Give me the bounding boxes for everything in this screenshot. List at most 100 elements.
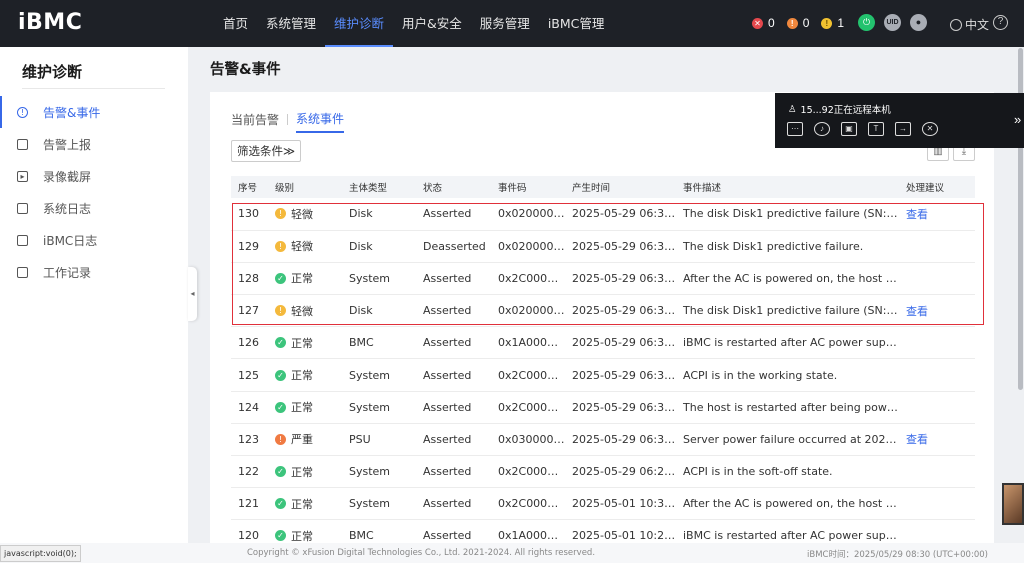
cell-desc: The disk Disk1 predictive failure (SN:BT… <box>676 198 899 231</box>
cell-subject: BMC <box>342 519 416 543</box>
alarm-summary[interactable]: ✕ 0 ! 0 ! 1 <box>752 16 851 30</box>
cell-code: 0x2C000085 <box>491 487 565 521</box>
severity: ✓ 正常 <box>275 367 313 383</box>
action-cell <box>899 487 975 521</box>
top-navbar: iBMC 首页 系统管理 维护诊断 用户&安全 服务管理 iBMC管理 ✕ 0 … <box>0 0 1024 47</box>
severity: ✓ 正常 <box>275 335 313 351</box>
close-circle-icon[interactable]: ✕ <box>922 122 938 136</box>
cell-state: Asserted <box>416 326 491 360</box>
view-link[interactable]: 查看 <box>906 433 928 446</box>
sidebar-item-label: 告警&事件 <box>43 105 101 120</box>
major-alarm-icon: ! <box>786 17 798 29</box>
table-row: 126 ✓ 正常 BMC Asserted 0x1A00000D 2025-05-29 06… <box>231 326 975 360</box>
chevron-down-icon: ≫ <box>283 144 296 158</box>
ibmc-time: iBMC时间：2025/05/29 08:30 (UTC+00:00) <box>807 550 988 560</box>
copyright-text: Copyright © xFusion Digital Technologies… <box>247 548 596 558</box>
cell-subject: System <box>342 358 416 392</box>
work-record-icon <box>17 266 28 278</box>
sidebar-item-system-log[interactable]: 系统日志 <box>0 192 188 224</box>
severity-label: 轻微 <box>291 207 313 221</box>
severity: ✓ 正常 <box>275 464 313 480</box>
user-icon[interactable]: ● <box>910 14 927 31</box>
nav-service-management[interactable]: 服务管理 <box>471 0 539 47</box>
severity-normal-icon: ✓ <box>275 272 286 284</box>
cell-desc: iBMC is restarted after AC power supply … <box>676 519 899 543</box>
severity-label: 正常 <box>291 497 313 511</box>
help-icon[interactable]: ? <box>993 15 1008 30</box>
sidebar-item-ibmc-log[interactable]: iBMC日志 <box>0 224 188 256</box>
cell-code: 0x1A00000D <box>491 519 565 543</box>
minor-alarm-count: 1 <box>837 16 845 30</box>
sidebar-item-recording[interactable]: ▸ 录像截屏 <box>0 160 188 192</box>
severity: ! 轻微 <box>275 303 313 319</box>
action-cell <box>899 262 975 296</box>
expand-panel-icon[interactable]: » <box>1014 112 1021 127</box>
power-icon[interactable]: ⏻ <box>858 14 875 31</box>
sidebar-collapse-handle[interactable]: ◂ <box>188 267 197 321</box>
ibmc-logo[interactable]: iBMC <box>18 10 82 35</box>
nav-home[interactable]: 首页 <box>214 0 257 47</box>
table-row: 124 ✓ 正常 System Asserted 0x2C000017 2025-05-29… <box>231 391 975 424</box>
sidebar-item-label: 工作记录 <box>43 265 92 280</box>
chat-icon[interactable]: ⋯ <box>787 122 803 136</box>
text-icon[interactable]: T <box>868 122 884 136</box>
remote-actions: ⋯ ♪ ▣ T → ✕ <box>787 122 938 136</box>
action-cell <box>899 326 975 360</box>
cell-state: Deasserted <box>416 230 491 263</box>
severity-label: 轻微 <box>291 304 313 318</box>
table-row: 130! 轻微 Disk Asserted 0x02000009 2025-05-29 0… <box>231 198 975 231</box>
nav-maintenance-diagnosis[interactable]: 维护诊断 <box>325 0 394 47</box>
exit-share-icon[interactable]: → <box>895 122 911 136</box>
table-row: 120 ✓ 正常 BMC Asserted 0x1A00000D 2025-05-01 10… <box>231 519 975 543</box>
sidebar-item-alarm-report[interactable]: 告警上报 <box>0 128 188 160</box>
video-thumbnail[interactable] <box>1002 483 1024 525</box>
severity-minor-icon: ! <box>275 305 286 317</box>
nav-user-security[interactable]: 用户&安全 <box>393 0 471 47</box>
nav-ibmc-management[interactable]: iBMC管理 <box>539 0 614 47</box>
severity-cell: ✓ 正常 <box>268 455 342 489</box>
severity-label: 正常 <box>291 465 313 479</box>
tab-system-events[interactable]: 系统事件 <box>296 110 345 133</box>
cell-subject: Disk <box>342 230 416 263</box>
nav-system-management[interactable]: 系统管理 <box>257 0 325 47</box>
cell-time: 2025-05-29 06:31:22 <box>565 326 676 360</box>
sidebar-item-alarms-events[interactable]: ! 告警&事件 <box>0 96 188 128</box>
filter-button[interactable]: 筛选条件≫ <box>231 140 302 162</box>
column-header: 状态 <box>416 176 491 198</box>
severity-minor-icon: ! <box>275 208 286 220</box>
severity-minor-icon: ! <box>275 240 286 252</box>
view-link[interactable]: 查看 <box>906 208 928 221</box>
severity: ✓ 正常 <box>275 270 313 286</box>
cell-id: 129 <box>231 230 268 263</box>
main-nav: 首页 系统管理 维护诊断 用户&安全 服务管理 iBMC管理 <box>214 0 613 47</box>
severity-normal-icon: ✓ <box>275 401 286 413</box>
cell-time: 2025-05-29 06:32:49 <box>565 294 676 328</box>
bell-icon <box>17 138 28 150</box>
cell-id: 125 <box>231 358 268 392</box>
cell-id: 124 <box>231 391 268 424</box>
severity-label: 严重 <box>291 433 313 447</box>
cell-state: Asserted <box>416 262 491 296</box>
cell-desc: After the AC is powered on, the host is … <box>676 262 899 296</box>
severity-cell: ! 严重 <box>268 423 342 457</box>
severity-label: 正常 <box>291 336 313 350</box>
minor-alarm-icon: ! <box>821 17 833 29</box>
cell-desc: ACPI is in the working state. <box>676 358 899 392</box>
remote-control-icon[interactable]: ▣ <box>841 122 857 136</box>
microphone-icon[interactable]: ♪ <box>814 122 830 136</box>
sidebar-item-work-record[interactable]: 工作记录 <box>0 256 188 288</box>
language-switch[interactable]: 中文 <box>950 16 989 33</box>
severity-cell: ✓ 正常 <box>268 519 342 543</box>
action-cell: 查看 <box>899 198 975 231</box>
sidebar-title: 维护诊断 <box>22 63 83 81</box>
severity-label: 正常 <box>291 529 313 543</box>
cell-time: 2025-05-01 10:27:55 <box>565 519 676 543</box>
remote-user-icon: ♙ <box>788 103 797 115</box>
globe-icon <box>950 18 962 31</box>
table-row: 125 ✓ 正常 System Asserted 0x2C000009 2025-05-29… <box>231 358 975 392</box>
severity-label: 正常 <box>291 401 313 415</box>
view-link[interactable]: 查看 <box>906 305 928 318</box>
severity-cell: ✓ 正常 <box>268 262 342 296</box>
tab-current-alarms[interactable]: 当前告警 <box>231 111 279 132</box>
uid-icon[interactable]: UID <box>884 14 901 31</box>
